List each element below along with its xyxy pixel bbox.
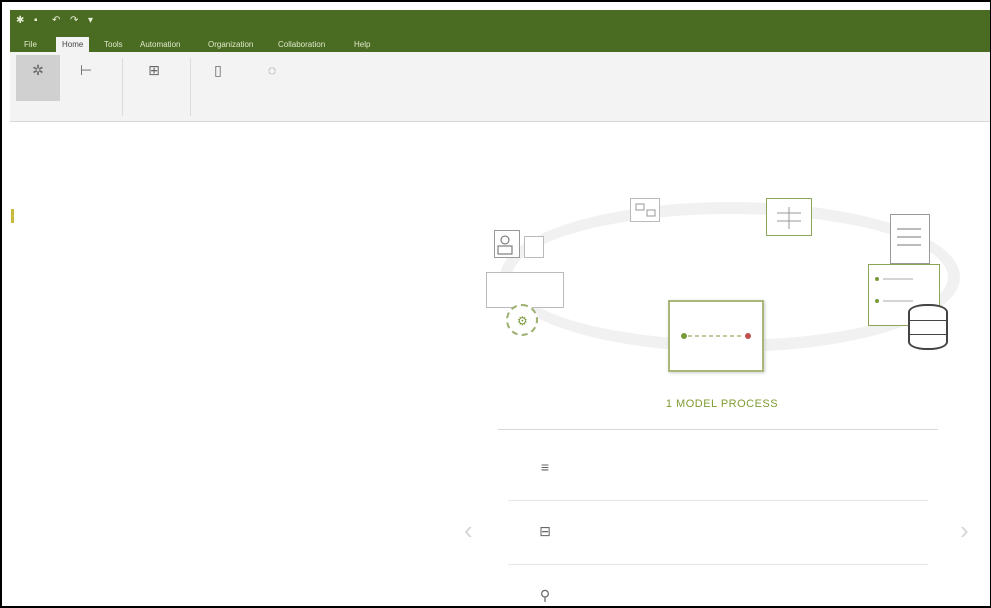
model-icon: ✲ [32, 62, 44, 78]
server-node [486, 272, 564, 308]
table-icon [777, 207, 801, 229]
ribbon-tabs: File Home Tools Automation Organization … [10, 34, 990, 52]
tab-automation[interactable]: Automation [134, 37, 186, 52]
tab-collaboration[interactable]: Collaboration [272, 37, 331, 52]
tab-home[interactable]: Home [56, 37, 90, 52]
list-item[interactable]: ⚲ [498, 565, 938, 606]
save-icon[interactable]: ▪ [34, 16, 44, 26]
gear-icon: ⚙ [517, 314, 528, 328]
gear-node: ⚙ [506, 304, 538, 336]
new-file-icon: ▯ [214, 62, 222, 78]
new-button[interactable]: ▯ [196, 55, 240, 101]
open-icon: ◌ [267, 62, 277, 78]
table-node [766, 198, 812, 236]
undo-icon[interactable]: ↶ [52, 16, 62, 26]
open-button[interactable]: ◌ [250, 55, 294, 101]
model-process-card[interactable] [668, 300, 764, 372]
model-button[interactable]: ✲ [16, 55, 60, 101]
prev-arrow-icon[interactable]: ‹ [464, 516, 478, 544]
process-title: 1 MODEL PROCESS [665, 398, 779, 410]
tab-organization[interactable]: Organization [202, 37, 259, 52]
document-node [524, 236, 544, 258]
customize-icon[interactable]: ▾ [88, 16, 98, 26]
tab-tools[interactable]: Tools [98, 37, 129, 52]
list-divider [498, 429, 938, 430]
process-icon: ⊟ [539, 523, 551, 539]
repository-icon: ⊞ [148, 62, 160, 78]
ribbon-divider [122, 58, 123, 116]
database-band [910, 320, 946, 321]
layout-icon: ⊢ [79, 62, 93, 78]
layout-button[interactable]: ⊢ [64, 55, 108, 101]
process-flow-icon [681, 333, 751, 339]
user-icon [497, 235, 513, 255]
document-icon: ≡ [540, 459, 550, 475]
redo-icon[interactable]: ↷ [70, 16, 80, 26]
title-bar: ✱ ▪ ↶ ↷ ▾ [10, 10, 990, 34]
app-icon[interactable]: ✱ [16, 16, 26, 26]
repository-button[interactable]: ⊞ [132, 55, 176, 101]
tab-help[interactable]: Help [348, 37, 376, 52]
quick-access-toolbar: ✱ ▪ ↶ ↷ ▾ [16, 16, 98, 26]
report-icon [897, 228, 921, 246]
tab-file[interactable]: File [18, 37, 43, 52]
ribbon-divider [190, 58, 191, 116]
user-document-node [494, 230, 520, 258]
app-window: ✱ ▪ ↶ ↷ ▾ File Home Tools Automation Org… [0, 0, 991, 608]
ribbon: ✲ ⊢ ⊞ ▯ ◌ [10, 52, 990, 122]
database-icon [908, 304, 948, 350]
next-arrow-icon[interactable]: › [960, 516, 974, 544]
flow-icon [635, 203, 656, 217]
diagram-node [630, 198, 660, 222]
settings-icon: ⚲ [539, 587, 551, 603]
list-item[interactable]: ⊟ [498, 501, 938, 565]
list-item[interactable]: ≡ [498, 437, 938, 501]
left-edge-marker [11, 209, 14, 223]
recent-items-list: ≡ ⊟ ⚲ [498, 429, 938, 606]
report-node [890, 214, 930, 264]
svg-text:⚙: ⚙ [517, 314, 528, 328]
database-band [910, 334, 946, 335]
